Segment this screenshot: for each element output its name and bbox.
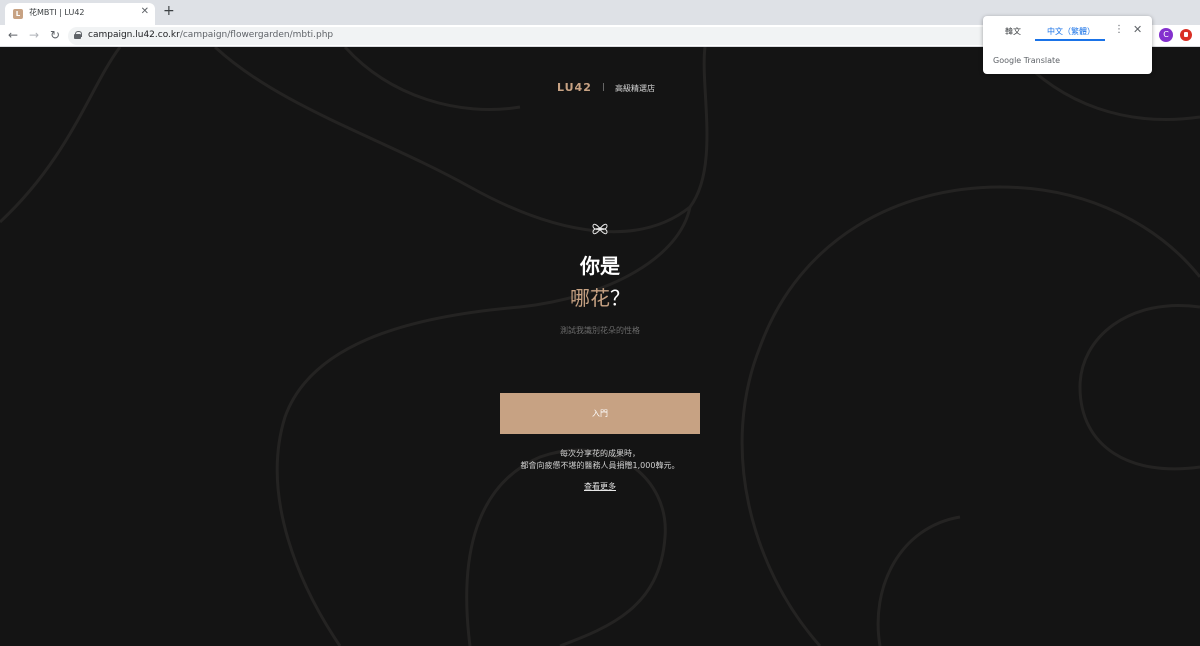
hero-subtitle: 測試我識別花朵的性格: [560, 326, 640, 335]
close-icon[interactable]: ✕: [1133, 23, 1142, 36]
new-tab-icon[interactable]: +: [163, 4, 175, 18]
translate-source-tab[interactable]: 韓文: [1005, 26, 1021, 37]
background-contour-lines: [0, 47, 1200, 646]
translate-active-indicator: [1035, 39, 1105, 41]
logo-divider: [602, 82, 604, 91]
url-path: /campaign/flowergarden/mbti.php: [179, 30, 334, 40]
forward-arrow-icon[interactable]: →: [29, 28, 39, 42]
translate-target-tab[interactable]: 中文（繁體）: [1047, 26, 1095, 37]
see-more-link[interactable]: 查看更多: [584, 482, 616, 491]
page-content: LU42 高級精選店 你是 哪花？ 測試我識別花朵的性格 入門 每次分享花的成果…: [0, 47, 1200, 646]
url-host: campaign.lu42.co.kr: [88, 30, 180, 40]
hero-title-line2: 哪花？: [0, 282, 1200, 311]
donation-note-line2: 都會向疲憊不堪的醫務人員捐贈1,000韓元。: [520, 461, 680, 470]
profile-avatar[interactable]: C: [1159, 28, 1173, 42]
reload-icon[interactable]: ↻: [50, 28, 60, 42]
hero-title-line1: 你是: [580, 254, 620, 278]
flower-icon: [592, 223, 608, 235]
site-logo[interactable]: LU42 高級精選店: [557, 76, 655, 95]
logo-wordmark: LU42: [557, 81, 592, 94]
logo-tagline: 高級精選店: [615, 84, 656, 93]
browser-tab[interactable]: L 花MBTI | LU42 ✕: [5, 3, 155, 25]
translate-popup: 韓文 中文（繁體） ⋮ ✕ Google Translate: [983, 16, 1152, 74]
hero-title-suffix: ？: [610, 286, 630, 310]
url-text: campaign.lu42.co.kr/campaign/flowergarde…: [88, 30, 333, 40]
extension-icon[interactable]: [1180, 29, 1192, 41]
see-more-link-wrap: 查看更多: [0, 481, 1200, 492]
hero-title-accent: 哪花: [570, 286, 610, 310]
start-button[interactable]: 入門: [500, 393, 700, 434]
translate-brand: Google Translate: [993, 56, 1061, 65]
donation-note: 每次分享花的成果時， 都會向疲憊不堪的醫務人員捐贈1,000韓元。: [0, 448, 1200, 472]
donation-note-line1: 每次分享花的成果時，: [560, 449, 640, 458]
lock-icon: [74, 31, 82, 39]
tab-close-icon[interactable]: ✕: [141, 6, 149, 17]
tab-title: 花MBTI | LU42: [29, 8, 85, 17]
back-arrow-icon[interactable]: ←: [8, 28, 18, 42]
tab-favicon: L: [13, 9, 23, 19]
more-options-icon[interactable]: ⋮: [1114, 24, 1124, 35]
